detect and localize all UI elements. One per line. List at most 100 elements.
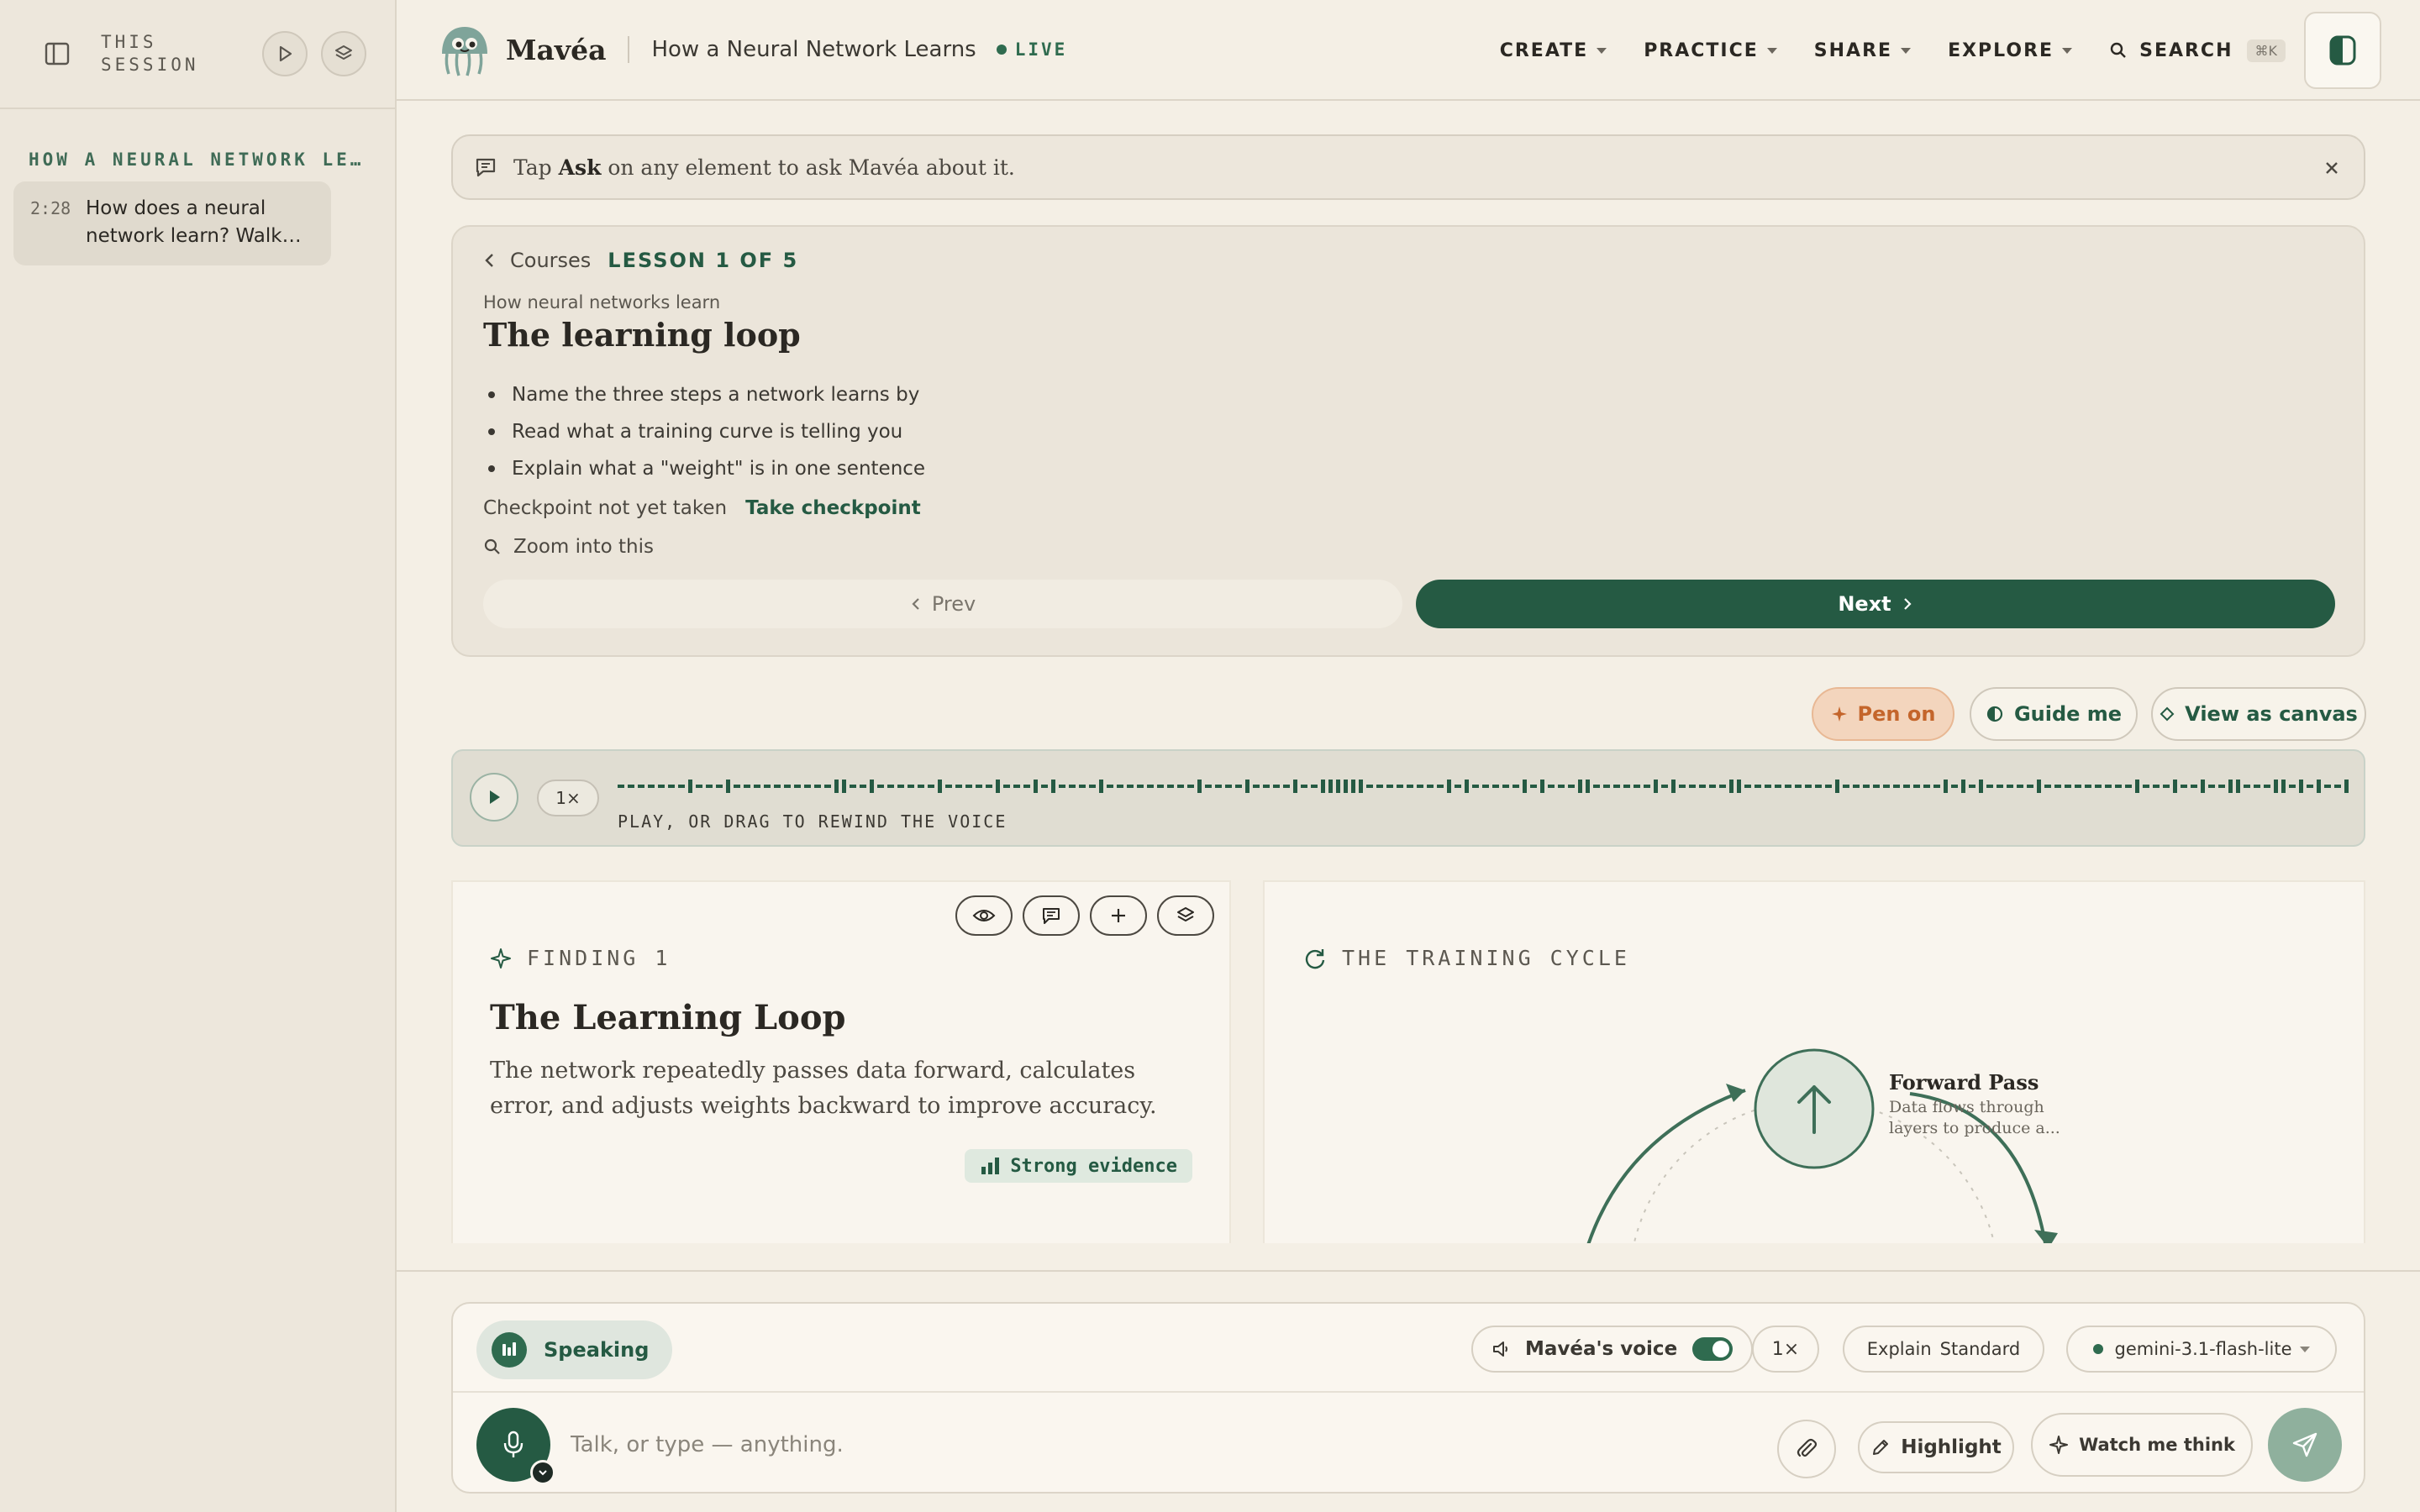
attach-button[interactable]: [1777, 1420, 1836, 1478]
send-button[interactable]: [2268, 1408, 2342, 1482]
sidebar-header: THIS SESSION: [0, 0, 395, 109]
watch-me-think-button[interactable]: Watch me think: [2031, 1413, 2253, 1477]
waveform-bar: [986, 785, 992, 788]
sidebar: THIS SESSION HOW A NEURAL NETWORK LE… 2:…: [0, 0, 397, 1512]
voice-toggle[interactable]: Mavéa's voice: [1471, 1326, 1754, 1373]
voice-switch[interactable]: [1692, 1337, 1733, 1361]
waveform-bar: [1059, 785, 1065, 788]
waveform-bar: [1540, 780, 1544, 793]
voice-waveform-scrubber[interactable]: [618, 778, 2349, 795]
waveform-bar: [2135, 780, 2139, 793]
voice-play-button[interactable]: [470, 773, 518, 822]
waveform-bar: [638, 785, 644, 788]
waveform-bar: [842, 780, 846, 793]
waveform-bar: [1283, 785, 1290, 788]
courses-back-link[interactable]: Courses: [483, 249, 591, 272]
checkpoint-status: Checkpoint not yet taken: [483, 497, 728, 519]
waveform-bar: [1407, 785, 1413, 788]
waveform-bar: [1293, 780, 1297, 793]
chevron-down-icon: [1766, 47, 1777, 54]
waveform-bar: [2289, 785, 2296, 788]
view-button[interactable]: [955, 895, 1013, 936]
dock-divider: [397, 1270, 2420, 1272]
prev-button[interactable]: Prev: [483, 580, 1402, 628]
mic-button[interactable]: [476, 1408, 555, 1485]
waveform-bar: [2095, 785, 2102, 788]
waveform-bar: [2017, 785, 2023, 788]
nav-practice[interactable]: PRACTICE: [1644, 40, 1777, 61]
take-checkpoint-link[interactable]: Take checkpoint: [745, 497, 921, 519]
waveform-bar: [1351, 780, 1355, 793]
layers-button[interactable]: [321, 31, 366, 76]
breadcrumb: Courses LESSON 1 OF 5: [483, 249, 798, 272]
mic-options-button[interactable]: [530, 1460, 555, 1485]
waveform-bar: [877, 785, 884, 788]
zoom-into-button[interactable]: Zoom into this: [483, 536, 654, 558]
waveform-bar: [1235, 785, 1242, 788]
contrast-icon: [2329, 35, 2356, 66]
brand-name[interactable]: Mavéa: [506, 34, 606, 66]
waveform-bar: [618, 785, 624, 788]
theme-toggle-button[interactable]: [2304, 12, 2381, 89]
header-divider: [628, 36, 630, 63]
waveform-bar: [1709, 785, 1716, 788]
waveform-bar: [1903, 785, 1910, 788]
half-circle-icon: [1986, 706, 2003, 722]
zoom-label: Zoom into this: [513, 536, 654, 558]
objectives-list: Name the three steps a network learns by…: [483, 376, 925, 487]
waveform-bar: [1366, 785, 1373, 788]
next-button[interactable]: Next: [1416, 580, 2335, 628]
waveform-bar: [1923, 785, 1930, 788]
add-button[interactable]: [1090, 895, 1147, 936]
waveform-bar: [2264, 785, 2270, 788]
sidebar-item-session[interactable]: 2:28 How does a neural network learn? Wa…: [13, 181, 331, 265]
waveform-bar: [706, 785, 713, 788]
waveform-bar: [2324, 785, 2331, 788]
waveform-bar: [2334, 785, 2341, 788]
nav-explore[interactable]: EXPLORE: [1948, 40, 2073, 61]
waveform-bar: [678, 785, 685, 788]
model-select[interactable]: gemini-3.1-flash-lite: [2066, 1326, 2337, 1373]
close-tip-button[interactable]: [2318, 155, 2345, 181]
jellyfish-logo-icon[interactable]: [435, 20, 494, 79]
message-input[interactable]: [571, 1413, 1747, 1477]
guide-me-button[interactable]: Guide me: [1970, 687, 2138, 741]
search-button[interactable]: SEARCH ⌘K: [2109, 39, 2286, 62]
chevron-right-icon: [1903, 598, 1912, 610]
waveform-bar: [1548, 785, 1555, 788]
search-label: SEARCH: [2139, 39, 2233, 61]
play-session-button[interactable]: [262, 31, 308, 76]
pencil-icon: [1873, 1440, 1889, 1455]
waveform-bar: [1969, 785, 1975, 788]
waveform-bar: [1502, 785, 1509, 788]
layers-button[interactable]: [1157, 895, 1214, 936]
highlight-button[interactable]: Highlight: [1858, 1421, 2014, 1473]
waveform-bar: [1137, 785, 1144, 788]
explain-level-select[interactable]: Explain Standard: [1843, 1326, 2044, 1373]
speaking-status[interactable]: Speaking: [476, 1320, 673, 1379]
voice-speed-button[interactable]: 1×: [537, 780, 599, 816]
waveform-bar: [1117, 785, 1123, 788]
waveform-bar: [2044, 785, 2051, 788]
nav-create[interactable]: CREATE: [1500, 40, 1607, 61]
sidebar-toggle-icon[interactable]: [40, 37, 74, 71]
waveform-bar: [1263, 785, 1270, 788]
sparkle-icon: [2049, 1436, 2069, 1454]
search-icon: [2110, 42, 2126, 58]
ask-tip-banner: Tap Ask on any element to ask Mavéa abou…: [451, 134, 2365, 200]
waveform-bar: [2125, 785, 2132, 788]
ask-button[interactable]: [1023, 895, 1080, 936]
highlight-label: Highlight: [1901, 1436, 2002, 1458]
chevron-left-icon: [485, 254, 493, 267]
waveform-bar: [1311, 785, 1318, 788]
waveform-bar: [1023, 785, 1030, 788]
rate-button[interactable]: 1×: [1752, 1326, 1819, 1373]
waveform-bar: [2163, 785, 2170, 788]
view-as-canvas-button[interactable]: View as canvas: [2151, 687, 2366, 741]
nav-share[interactable]: SHARE: [1814, 40, 1912, 61]
waveform-bar: [1913, 785, 1920, 788]
waveform-bar: [1689, 785, 1696, 788]
speaking-icon: [492, 1332, 527, 1368]
layers-icon: [1177, 907, 1194, 921]
pen-toggle-button[interactable]: Pen on: [1812, 687, 1954, 741]
